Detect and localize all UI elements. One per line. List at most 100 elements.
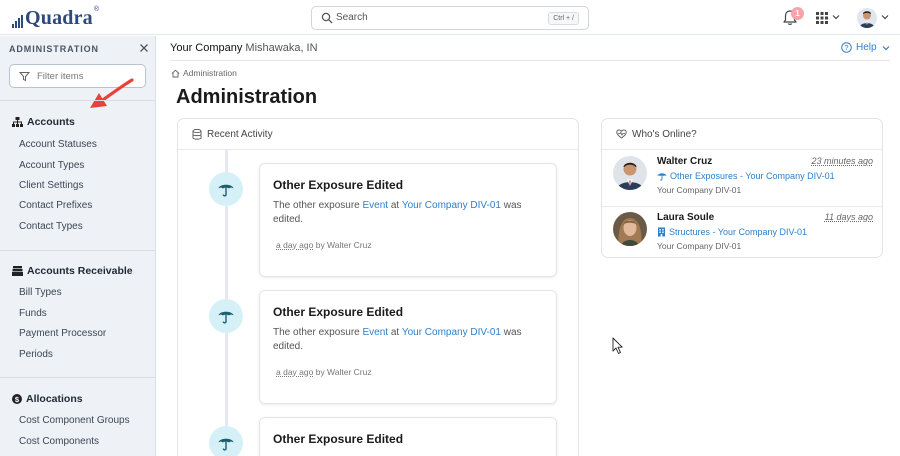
online-user-name: Walter Cruz [657,156,713,167]
timeline-marker [209,426,243,456]
online-user-time: 23 minutes ago [811,156,873,166]
sidebar-item-account-statuses[interactable]: Account Statuses [19,139,97,150]
umbrella-icon [218,311,234,324]
chevron-down-icon[interactable] [881,13,889,21]
user-avatar-icon [857,8,877,28]
sidebar-section-accounts[interactable]: Accounts [12,116,75,128]
sidebar-item-client-settings[interactable]: Client Settings [19,180,83,191]
activity-time: a day ago [276,367,314,377]
database-icon [192,128,202,140]
search-shortcut-hint: Ctrl + / [548,12,579,25]
whos-online-panel: Who's Online? Walter Cruz 23 minutes ago… [601,118,883,258]
online-user-row[interactable]: Laura Soule 11 days ago Structures - You… [602,206,883,262]
timeline-marker [209,172,243,206]
activity-link-company[interactable]: Your Company DIV-01 [402,200,501,211]
sidebar-item-contact-types[interactable]: Contact Types [19,221,83,232]
user-avatar-icon [613,212,647,246]
money-stack-icon [12,266,23,276]
top-bar: Quadra ® Search Ctrl + / 1 [0,0,900,35]
online-user-location-link[interactable]: Structures - Your Company DIV-01 [657,227,807,237]
activity-card-title: Other Exposure Edited [273,178,404,192]
umbrella-icon [657,173,667,181]
online-user-company: Your Company DIV-01 [657,241,742,251]
help-label: Help [856,42,877,53]
user-avatar-icon [613,156,647,190]
activity-card-title: Other Exposure Edited [273,305,404,319]
hierarchy-icon [12,117,23,127]
sidebar-item-account-types[interactable]: Account Types [19,160,84,171]
apps-grid-icon[interactable] [816,12,828,24]
sidebar-item-contact-prefixes[interactable]: Contact Prefixes [19,200,92,211]
online-user-link-text: Structures - Your Company DIV-01 [669,227,808,237]
search-placeholder: Search [336,12,368,23]
activity-text: The other exposure [273,327,360,338]
online-user-location-link[interactable]: Other Exposures - Your Company DIV-01 [657,171,835,181]
breadcrumb-label: Administration [183,68,237,78]
activity-card[interactable]: Other Exposure Edited The other exposure… [259,290,557,404]
sidebar-section-label: Allocations [26,393,83,405]
recent-activity-panel: Recent Activity Other Exposure Edited Th… [177,118,579,456]
user-avatar [613,156,647,190]
activity-author: by Walter Cruz [315,367,372,377]
sidebar-divider [0,250,155,251]
filter-placeholder: Filter items [37,71,84,82]
company-name: Your Company [170,42,243,54]
sidebar-section-accounts-receivable[interactable]: Accounts Receivable [12,265,133,277]
sidebar-item-bill-types[interactable]: Bill Types [19,287,62,298]
umbrella-icon [218,184,234,197]
recent-activity-title: Recent Activity [207,128,273,140]
search-icon [321,12,333,24]
activity-author: by Walter Cruz [315,240,372,250]
sidebar-section-allocations[interactable]: $ Allocations [12,393,83,405]
sidebar-item-periods[interactable]: Periods [19,349,53,360]
company-selector[interactable]: Your Company Mishawaka, IN [170,42,318,54]
quadra-logo[interactable]: Quadra ® [12,6,99,28]
activity-link-event[interactable]: Event [363,200,389,211]
online-user-link-text: Other Exposures - Your Company DIV-01 [670,171,835,181]
sidebar-item-cost-component-groups[interactable]: Cost Component Groups [19,415,130,426]
online-user-company: Your Company DIV-01 [657,185,742,195]
sidebar-item-funds[interactable]: Funds [19,308,47,319]
recent-activity-header: Recent Activity [178,119,578,150]
chevron-down-icon[interactable] [832,13,840,21]
filter-funnel-icon [19,72,30,82]
sidebar-header: ADMINISTRATION [9,44,99,54]
annotation-arrow-icon [90,78,134,108]
mouse-cursor-icon [612,337,623,354]
activity-text: at [390,327,400,338]
activity-text: at [390,200,400,211]
sidebar: ADMINISTRATION Filter items Accounts Acc… [0,36,156,456]
logo-bars-icon [12,12,23,28]
activity-card-meta: a day ago by Walter Cruz [276,367,372,377]
search-box[interactable]: Search Ctrl + / [311,6,589,30]
sidebar-item-payment-processor[interactable]: Payment Processor [19,328,106,339]
user-avatar[interactable] [857,8,877,28]
activity-card[interactable]: Other Exposure Edited The other exposure… [259,163,557,277]
online-user-name: Laura Soule [657,212,715,223]
activity-card-text: The other exposure Event at Your Company… [273,199,543,227]
page-title: Administration [176,86,318,108]
logo-text: Quadra [25,7,93,29]
activity-card-text: The other exposure Event at Your Company… [273,326,543,354]
header-divider [170,60,890,61]
activity-card-meta: a day ago by Walter Cruz [276,240,372,250]
help-menu[interactable]: ? Help [841,42,895,53]
logo-registered-mark: ® [93,6,100,13]
close-icon[interactable] [139,43,149,53]
activity-time: a day ago [276,240,314,250]
online-user-row[interactable]: Walter Cruz 23 minutes ago Other Exposur… [602,151,883,207]
activity-text: The other exposure [273,200,360,211]
activity-card[interactable]: Other Exposure Edited [259,417,557,456]
activity-link-event[interactable]: Event [363,327,389,338]
sidebar-divider [0,377,155,378]
user-avatar [613,212,647,246]
activity-link-company[interactable]: Your Company DIV-01 [402,327,501,338]
sidebar-section-label: Accounts [27,116,75,128]
whos-online-header: Who's Online? [602,119,882,150]
breadcrumb[interactable]: Administration [171,68,237,78]
timeline-marker [209,299,243,333]
chevron-down-icon [882,45,890,50]
sidebar-item-cost-components[interactable]: Cost Components [19,436,99,447]
home-icon [171,69,180,77]
notifications-badge: 1 [791,7,804,20]
